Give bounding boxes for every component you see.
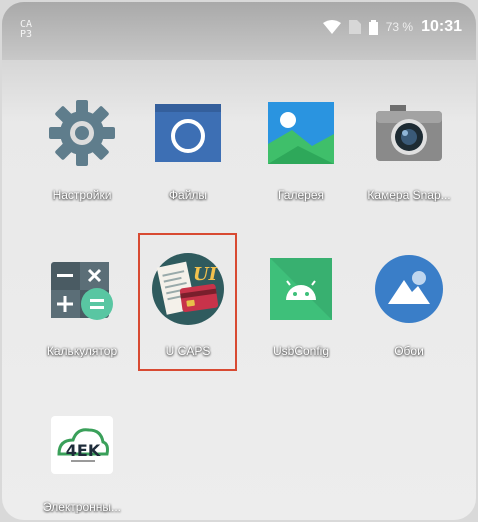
camera-icon <box>376 105 442 161</box>
clock: 10:31 <box>421 18 462 35</box>
gallery-icon <box>268 102 334 164</box>
app-calculator[interactable]: Калькулятор <box>26 250 138 358</box>
status-right: 73 % 10:31 <box>322 18 462 36</box>
app-label: Калькулятор <box>46 344 118 358</box>
app-label: Камера Snap... <box>367 188 451 202</box>
4ek-icon: 4EK <box>51 416 113 474</box>
4ek-logo-text: 4EK <box>66 441 101 460</box>
wifi-icon <box>322 20 341 34</box>
battery-icon <box>368 19 378 35</box>
app-label: Файлы <box>168 188 208 202</box>
app-label: Галерея <box>277 188 325 202</box>
app-files[interactable]: Файлы <box>132 94 244 202</box>
app-label: Обои <box>394 344 424 358</box>
no-sim-icon <box>348 20 361 34</box>
app-usbconfig[interactable]: UsbConfig <box>245 250 357 358</box>
highlight-box <box>138 233 237 371</box>
app-label: Настройки <box>52 188 112 202</box>
battery-percent: 73 % <box>385 20 414 34</box>
app-settings[interactable]: Настройки <box>26 94 138 202</box>
app-4ek[interactable]: 4EK Электронны... <box>26 406 138 514</box>
app-camera[interactable]: Камера Snap... <box>353 94 465 202</box>
files-icon <box>155 104 221 162</box>
status-left-badge: CA P3 <box>20 19 33 40</box>
phone-screen: CA P3 73 % 10:31 Настройки Файлы Галерея… <box>2 2 476 520</box>
app-wallpaper[interactable]: Обои <box>353 250 465 358</box>
app-label: UsbConfig <box>272 344 330 358</box>
calculator-icon <box>51 262 113 320</box>
app-gallery[interactable]: Галерея <box>245 94 357 202</box>
android-icon <box>270 258 332 320</box>
status-bar: CA P3 73 % 10:31 <box>2 2 476 60</box>
app-label: Электронны... <box>42 500 121 514</box>
settings-icon <box>49 100 115 166</box>
wallpaper-icon <box>375 255 443 323</box>
